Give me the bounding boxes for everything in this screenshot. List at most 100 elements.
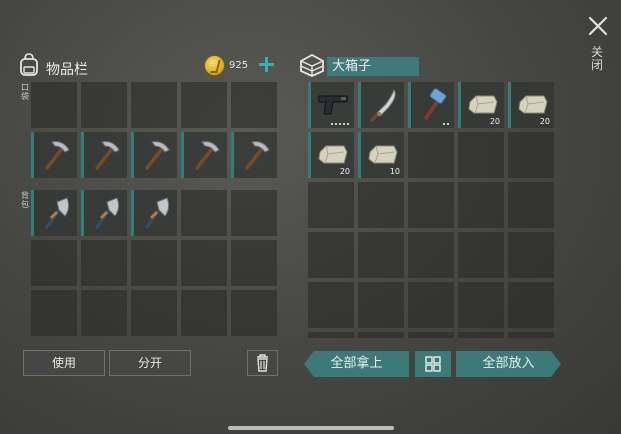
chest-slot[interactable] [408,132,454,178]
pocket-slot[interactable] [231,132,277,178]
pocket-slot[interactable] [181,132,227,178]
chest-slot[interactable] [358,82,404,128]
durability-dots [331,123,349,125]
use-button[interactable]: 使用 [23,350,105,376]
chest-slot[interactable] [408,182,454,228]
pocket-slot[interactable] [31,132,77,178]
backpack-slot[interactable] [131,240,177,286]
stone-icon [517,95,548,114]
durability-dots [443,123,449,125]
chest-slot[interactable] [458,132,504,178]
backpack-slot[interactable] [31,240,77,286]
chest-slot[interactable] [458,282,504,328]
backpack-slot[interactable] [131,190,177,236]
chest-slot[interactable] [308,282,354,328]
backpack-slot[interactable] [131,290,177,336]
coin-icon [204,55,225,76]
pistol-icon [318,95,347,115]
pocket-slot[interactable] [31,82,77,128]
take-all-button[interactable]: 全部拿上 [304,351,409,377]
chest-slot[interactable] [408,232,454,278]
pocket-slot[interactable] [181,82,227,128]
stone-icon [467,95,498,114]
axe-icon [144,197,169,229]
pickaxe-icon [144,141,170,170]
stone-icon [317,145,348,164]
chest-slot[interactable]: 20 [308,132,354,178]
chest-slot[interactable] [358,182,404,228]
pocket-label: 口袋 [21,83,29,101]
add-coins-button[interactable] [258,56,275,73]
chest-slot[interactable] [308,82,354,128]
backpack-slot[interactable] [231,290,277,336]
backpack-slot[interactable] [231,190,277,236]
sort-button[interactable] [415,351,451,377]
backpack-slot[interactable] [81,240,127,286]
trash-icon [257,354,268,372]
chest-slot[interactable]: 20 [508,82,554,128]
chest-slot[interactable] [508,132,554,178]
chest-slot[interactable] [458,182,504,228]
trash-button[interactable] [247,350,278,376]
pocket-slot[interactable] [81,132,127,178]
item-quantity: 10 [389,167,400,176]
chest-slot[interactable] [508,332,554,338]
item-quantity: 20 [339,167,350,176]
item-quantity: 20 [489,117,500,126]
chest-slot[interactable] [408,332,454,338]
item-quantity: 20 [539,117,550,126]
chest-slot[interactable] [358,232,404,278]
coin-count: 925 [229,60,249,71]
stone-icon [367,145,398,164]
backpack-label: 背包 [21,191,29,209]
home-indicator [228,426,394,430]
pocket-slot[interactable] [81,82,127,128]
machete-icon [369,88,396,122]
chest-slot[interactable] [308,332,354,338]
backpack-slot[interactable] [81,290,127,336]
chest-slot[interactable] [508,232,554,278]
pocket-slot[interactable] [131,132,177,178]
backpack-slot[interactable] [81,190,127,236]
chest-slot[interactable] [408,82,454,128]
backpack-slot[interactable] [231,240,277,286]
inventory-title: 物品栏 [46,62,88,78]
pickaxe-icon [94,141,120,170]
chest-slot[interactable] [308,182,354,228]
close-button[interactable] [586,14,610,38]
backpack-grid [31,190,279,336]
close-label: 关闭 [590,45,603,72]
grid-sort-icon [425,356,441,372]
pickaxe-icon [244,141,270,170]
put-all-button[interactable]: 全部放入 [456,351,561,377]
chest-slot[interactable]: 20 [458,82,504,128]
pickaxe-icon [194,141,220,170]
backpack-slot[interactable] [181,240,227,286]
chest-icon [299,53,325,77]
chest-slot[interactable] [358,282,404,328]
pocket-grid [31,82,279,178]
pocket-slot[interactable] [131,82,177,128]
backpack-slot[interactable] [31,190,77,236]
chest-slot[interactable] [458,232,504,278]
axe-icon [94,197,119,229]
split-button[interactable]: 分开 [109,350,191,376]
close-icon [588,16,608,36]
chest-slot[interactable] [508,282,554,328]
pocket-slot[interactable] [231,82,277,128]
axe-icon [44,197,69,229]
chest-title: 大箱子 [327,57,419,76]
backpack-slot[interactable] [181,290,227,336]
chest-slot[interactable] [408,282,454,328]
hammer-icon [423,88,446,120]
chest-slot[interactable] [308,232,354,278]
pickaxe-icon [44,141,70,170]
chest-slot[interactable] [458,332,504,338]
backpack-slot[interactable] [31,290,77,336]
chest-slot[interactable] [358,332,404,338]
chest-slot[interactable]: 10 [358,132,404,178]
chest-grid: 20 20 20 10 [308,82,557,338]
backpack-icon [18,53,40,77]
chest-slot[interactable] [508,182,554,228]
backpack-slot[interactable] [181,190,227,236]
